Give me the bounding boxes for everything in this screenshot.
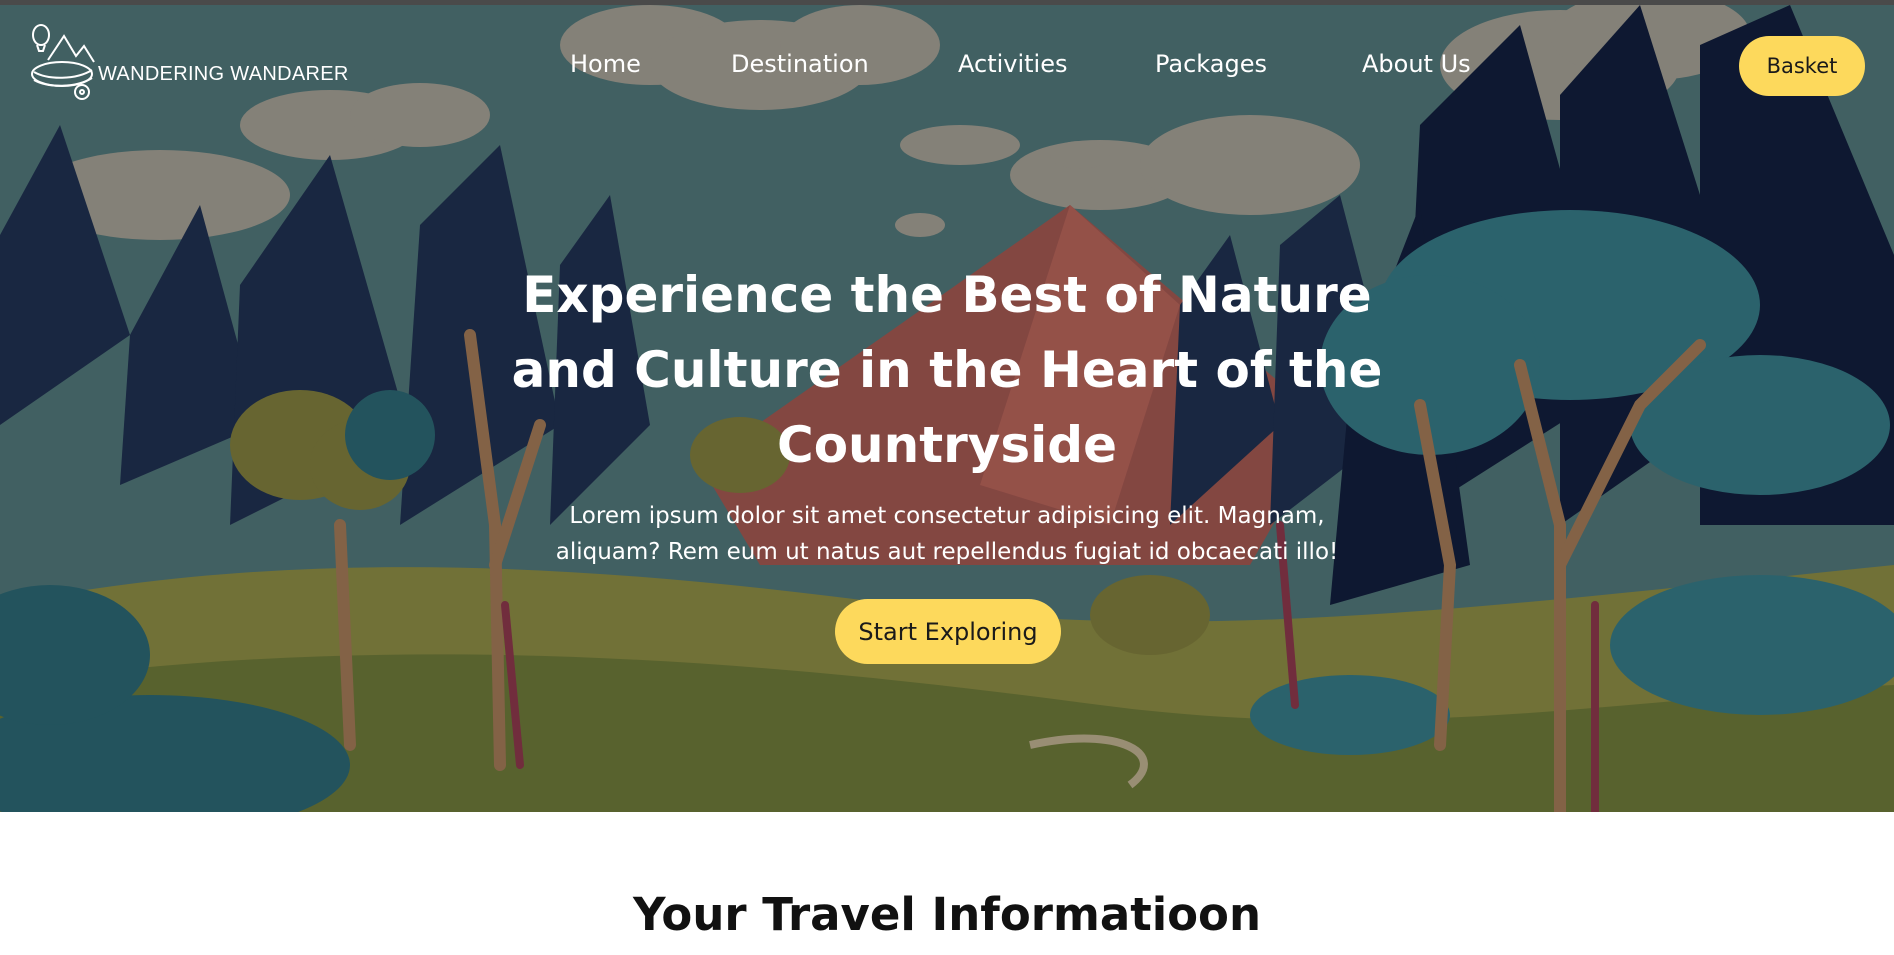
description-line: Lorem ipsum dolor sit amet consectetur a… bbox=[569, 503, 1325, 529]
nav-about-us[interactable]: About Us bbox=[1362, 50, 1471, 78]
nav-activities[interactable]: Activities bbox=[958, 50, 1068, 78]
nav-packages[interactable]: Packages bbox=[1155, 50, 1267, 78]
window-top-border bbox=[0, 0, 1894, 5]
headline-line: and Culture in the Heart of the bbox=[511, 341, 1383, 399]
basket-button[interactable]: Basket bbox=[1739, 36, 1865, 96]
nav-home[interactable]: Home bbox=[570, 50, 641, 78]
headline-line: Experience the Best of Nature bbox=[522, 266, 1372, 324]
description-line: aliquam? Rem eum ut natus aut repellendu… bbox=[555, 539, 1339, 565]
hero-headline: Experience the Best of Nature and Cultur… bbox=[500, 258, 1394, 483]
brand-name: WANDERING WANDARER bbox=[98, 63, 349, 85]
hero-description: Lorem ipsum dolor sit amet consectetur a… bbox=[520, 498, 1374, 570]
start-exploring-button[interactable]: Start Exploring bbox=[835, 599, 1061, 664]
travel-info-heading: Your Travel Informatioon bbox=[632, 888, 1262, 941]
travel-globe-balloon-icon bbox=[31, 24, 95, 100]
headline-line: Countryside bbox=[777, 416, 1117, 474]
nav-destination[interactable]: Destination bbox=[731, 50, 869, 78]
